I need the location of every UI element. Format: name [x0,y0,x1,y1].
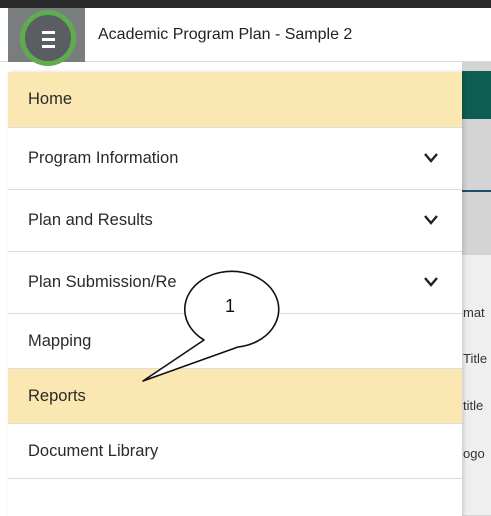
chevron-down-icon[interactable] [424,214,438,225]
background-text: Title [463,351,488,366]
background-content [462,255,491,515]
menu-item-label: Program Information [28,149,179,167]
menu-item-reports[interactable]: Reports [8,369,462,424]
menu-item-document-library[interactable]: Document Library [8,424,462,479]
menu-item-label: Reports [28,386,86,405]
menu-item-label: Plan Submission/Re [28,273,177,291]
menu-item-label: Plan and Results [28,211,153,229]
page-title: Academic Program Plan - Sample 2 [98,26,353,43]
menu-button-area [8,8,85,66]
background-text: ogo [463,446,485,461]
background-divider [462,190,491,192]
menu-item-label: Mapping [28,331,92,350]
menu-item-home[interactable]: Home [8,72,462,128]
chevron-down-icon[interactable] [424,276,438,287]
top-strip [0,0,491,8]
hamburger-menu-button[interactable] [20,10,76,66]
menu-item-label: Home [28,90,73,108]
menu-item-plan-and-results[interactable]: Plan and Results [8,190,462,252]
navigation-drawer: Home Program Information Plan and Result… [8,72,462,516]
background-banner [462,71,491,119]
menu-item-label: Document Library [28,441,159,460]
chevron-down-icon[interactable] [424,152,438,163]
callout-number: 1 [224,296,235,316]
menu-item-mapping[interactable]: Mapping [8,314,462,369]
background-text: mat [463,305,485,320]
hamburger-icon [42,31,55,52]
menu-item-program-information[interactable]: Program Information [8,128,462,190]
background-text: title [463,398,484,413]
